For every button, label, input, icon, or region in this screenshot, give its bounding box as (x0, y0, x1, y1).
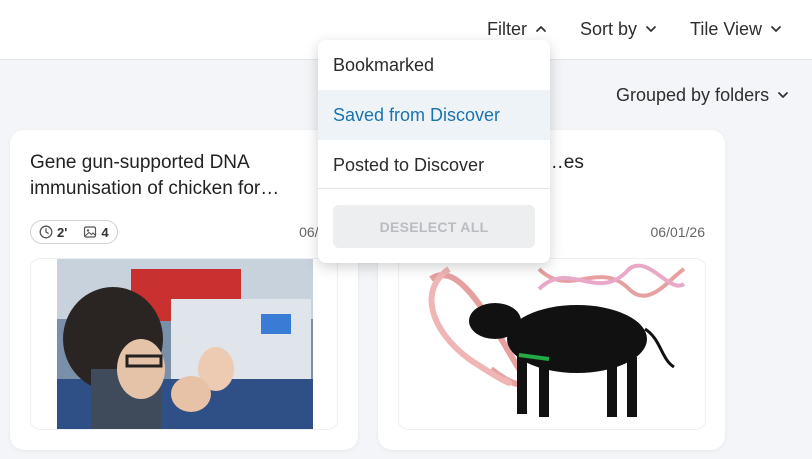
chevron-down-icon (770, 23, 782, 35)
view-label: Tile View (690, 18, 763, 39)
grouping-select[interactable]: Grouped by folders (616, 82, 789, 108)
menu-divider (318, 188, 550, 189)
filter-button[interactable]: Filter (487, 16, 547, 42)
filter-option-posted-to-discover[interactable]: Posted to Discover (318, 140, 550, 190)
duration-value: 2' (57, 224, 68, 240)
card-meta-badge: 2' 4 (30, 220, 118, 244)
card-date: 06/01/26 (650, 224, 706, 240)
document-card[interactable]: Gene gun-supported DNA immunisation of c… (10, 130, 358, 450)
filter-label: Filter (487, 18, 527, 39)
sort-by-button[interactable]: Sort by (580, 16, 657, 42)
chevron-down-icon (777, 89, 789, 101)
filter-option-saved-from-discover[interactable]: Saved from Discover (318, 90, 550, 140)
filter-option-bookmarked[interactable]: Bookmarked (318, 40, 550, 90)
card-title: Gene gun-supported DNA immunisation of c… (30, 152, 280, 199)
filter-dropdown-menu: Bookmarked Saved from Discover Posted to… (318, 40, 550, 263)
sort-label: Sort by (580, 18, 638, 39)
grouping-label: Grouped by folders (616, 84, 770, 105)
chevron-up-icon (535, 23, 547, 35)
image-icon (83, 225, 97, 239)
clock-icon (39, 225, 53, 239)
chevron-down-icon (645, 23, 657, 35)
card-thumbnail (30, 258, 338, 430)
deselect-all-button[interactable]: DESELECT ALL (333, 205, 535, 248)
view-mode-button[interactable]: Tile View (690, 16, 782, 42)
image-count: 4 (101, 224, 109, 240)
card-thumbnail (398, 258, 706, 430)
